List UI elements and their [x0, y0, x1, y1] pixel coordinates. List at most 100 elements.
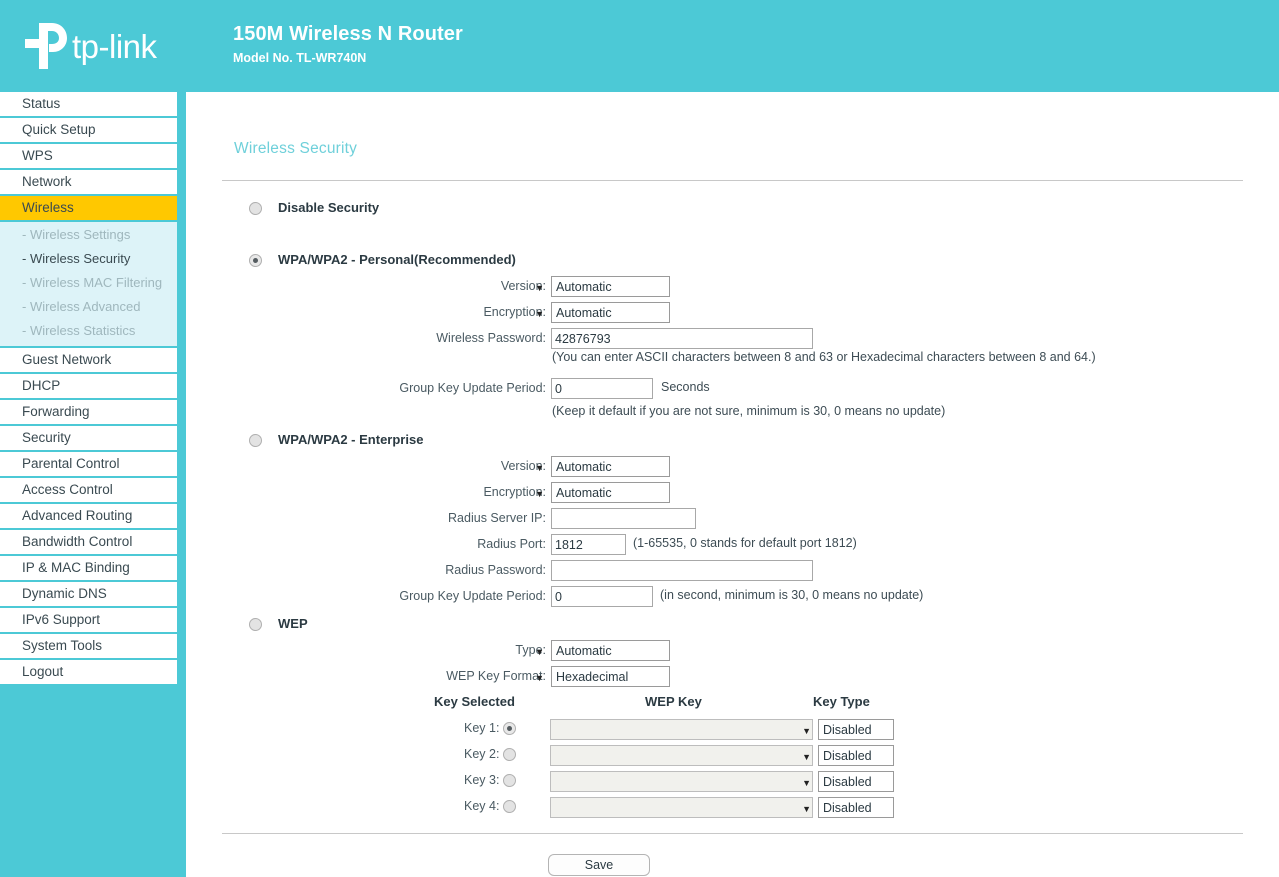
label-radius-password: Radius Password:: [445, 563, 546, 577]
sidebar-item-label: Status: [22, 96, 61, 111]
input-wep-key-4[interactable]: [550, 797, 813, 818]
sidebar-item-label: System Tools: [22, 638, 103, 653]
sidebar-subitem-wireless-advanced[interactable]: - Wireless Advanced: [0, 295, 177, 319]
radio-wep-key-2[interactable]: [503, 748, 516, 761]
input-wireless-password[interactable]: [551, 328, 813, 349]
sidebar-item-bandwidth-control[interactable]: Bandwidth Control: [0, 530, 177, 556]
sidebar-item-security[interactable]: Security: [0, 426, 177, 452]
sidebar-item-quick-setup[interactable]: Quick Setup: [0, 118, 177, 144]
select-wep-key-format[interactable]: HexadecimalASCII: [551, 666, 670, 687]
save-button[interactable]: Save: [548, 854, 650, 876]
input-radius-port[interactable]: [551, 534, 626, 555]
radio-disable-security[interactable]: [249, 202, 262, 215]
input-personal-group-key[interactable]: [551, 378, 653, 399]
sidebar-item-label: Logout: [22, 664, 64, 679]
sidebar-item-forwarding[interactable]: Forwarding: [0, 400, 177, 426]
sidebar-item-wps[interactable]: WPS: [0, 144, 177, 170]
label-enterprise-group-key: Group Key Update Period:: [399, 589, 546, 603]
sidebar-item-label: IPv6 Support: [22, 612, 101, 627]
sidebar-item-label: Parental Control: [22, 456, 120, 471]
column-header-key-selected: Key Selected: [434, 694, 515, 709]
tp-link-logo: tp-link: [22, 20, 157, 72]
select-wep-key-type-2[interactable]: Disabled64bit128bit152bit: [818, 745, 894, 766]
label-wep-key-2: Key 2:: [464, 747, 500, 761]
label-enterprise-version: Version:: [500, 459, 546, 473]
label-radius-port: Radius Port:: [477, 537, 546, 551]
sidebar-item-ipv6-support[interactable]: IPv6 Support: [0, 608, 177, 634]
sidebar-item-label: Dynamic DNS: [22, 586, 107, 601]
select-wep-key-type-3[interactable]: Disabled64bit128bit152bit: [818, 771, 894, 792]
label-personal-version: Version:: [500, 279, 546, 293]
label-personal-group-key: Group Key Update Period:: [399, 381, 546, 395]
select-personal-version[interactable]: AutomaticWPA-PSKWPA2-PSK: [551, 276, 670, 297]
input-wep-key-1[interactable]: [550, 719, 813, 740]
label-personal-encryption: Encryption:: [483, 305, 546, 319]
sidebar-item-wireless[interactable]: Wireless: [0, 196, 177, 222]
sidebar-item-guest-network[interactable]: Guest Network: [0, 348, 177, 374]
sidebar-submenu: - Wireless Settings - Wireless Security - …: [0, 222, 177, 348]
bottom-divider: [222, 833, 1243, 834]
product-name: 150M Wireless N Router: [233, 23, 463, 45]
input-radius-password[interactable]: [551, 560, 813, 581]
title-divider: [222, 180, 1243, 181]
sidebar-item-dhcp[interactable]: DHCP: [0, 374, 177, 400]
radio-wpa-enterprise[interactable]: [249, 434, 262, 447]
sidebar-item-label: IP & MAC Binding: [22, 560, 130, 575]
radio-wep-key-4[interactable]: [503, 800, 516, 813]
header-title-block: 150M Wireless N Router Model No. TL-WR74…: [233, 22, 463, 67]
select-enterprise-version[interactable]: AutomaticWPAWPA2: [551, 456, 670, 477]
select-enterprise-encryption[interactable]: AutomaticTKIPAES: [551, 482, 670, 503]
radio-wpa-personal[interactable]: [249, 254, 262, 267]
sidebar-nav: Status Quick Setup WPS Network Wireless - Wir…: [0, 92, 186, 877]
app-header: tp-link 150M Wireless N Router Model No.…: [0, 0, 1279, 92]
input-enterprise-group-key[interactable]: [551, 586, 653, 607]
select-personal-encryption[interactable]: AutomaticTKIPAES: [551, 302, 670, 323]
input-wep-key-2[interactable]: [550, 745, 813, 766]
label-enterprise-encryption: Encryption:: [483, 485, 546, 499]
input-radius-server-ip[interactable]: [551, 508, 696, 529]
sidebar-subitem-wireless-security[interactable]: - Wireless Security: [0, 247, 177, 271]
tp-link-logo-mark: [22, 21, 68, 71]
sidebar-item-label: Security: [22, 430, 71, 445]
sidebar-item-label: Guest Network: [22, 352, 112, 367]
sidebar-item-logout[interactable]: Logout: [0, 660, 177, 686]
label-wpa-personal: WPA/WPA2 - Personal(Recommended): [278, 252, 516, 267]
column-header-wep-key: WEP Key: [645, 694, 702, 709]
sidebar-item-label: WPS: [22, 148, 53, 163]
sidebar-item-dynamic-dns[interactable]: Dynamic DNS: [0, 582, 177, 608]
sidebar-item-status[interactable]: Status: [0, 92, 177, 118]
tp-link-logo-text: tp-link: [72, 27, 157, 65]
label-disable-security: Disable Security: [278, 200, 380, 215]
sidebar-item-label: Quick Setup: [22, 122, 96, 137]
select-wep-key-type-4[interactable]: Disabled64bit128bit152bit: [818, 797, 894, 818]
sidebar-subitem-wireless-statistics[interactable]: - Wireless Statistics: [0, 319, 177, 343]
sidebar-item-label: DHCP: [22, 378, 61, 393]
label-wireless-password: Wireless Password:: [436, 331, 546, 345]
sidebar-item-access-control[interactable]: Access Control: [0, 478, 177, 504]
select-wep-key-type-1[interactable]: Disabled64bit128bit152bit: [818, 719, 894, 740]
radio-wep-key-1[interactable]: [503, 722, 516, 735]
sidebar-item-label: Forwarding: [22, 404, 90, 419]
hint-personal-group-key: (Keep it default if you are not sure, mi…: [552, 404, 946, 418]
select-wep-type[interactable]: AutomaticOpen SystemShared Key: [551, 640, 670, 661]
sidebar-item-label: Access Control: [22, 482, 113, 497]
sidebar-item-label: Network: [22, 174, 72, 189]
radio-wep-key-3[interactable]: [503, 774, 516, 787]
label-wep: WEP: [278, 616, 308, 631]
sidebar-subitem-wireless-settings[interactable]: - Wireless Settings: [0, 223, 177, 247]
sidebar-subitem-wireless-mac-filtering[interactable]: - Wireless MAC Filtering: [0, 271, 177, 295]
label-wpa-enterprise: WPA/WPA2 - Enterprise: [278, 432, 424, 447]
sidebar-item-system-tools[interactable]: System Tools: [0, 634, 177, 660]
label-wep-key-4: Key 4:: [464, 799, 500, 813]
label-wep-type: Type:: [515, 643, 546, 657]
label-wep-key-3: Key 3:: [464, 773, 500, 787]
radio-wep[interactable]: [249, 618, 262, 631]
input-wep-key-3[interactable]: [550, 771, 813, 792]
hint-radius-port: (1-65535, 0 stands for default port 1812…: [633, 536, 857, 550]
sidebar-item-advanced-routing[interactable]: Advanced Routing: [0, 504, 177, 530]
sidebar-item-ip-mac-binding[interactable]: IP & MAC Binding: [0, 556, 177, 582]
sidebar-item-network[interactable]: Network: [0, 170, 177, 196]
hint-enterprise-group-key: (in second, minimum is 30, 0 means no up…: [660, 588, 924, 602]
sidebar-item-parental-control[interactable]: Parental Control: [0, 452, 177, 478]
column-header-key-type: Key Type: [813, 694, 870, 709]
